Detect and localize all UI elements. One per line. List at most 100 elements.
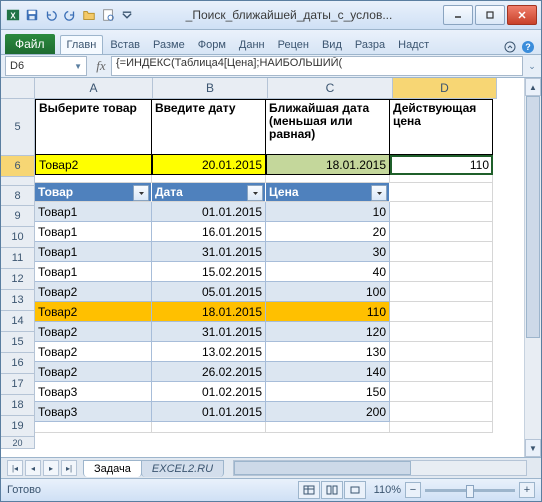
- print-preview-icon[interactable]: [100, 7, 116, 23]
- save-icon[interactable]: [24, 7, 40, 23]
- row-head[interactable]: 11: [1, 248, 35, 269]
- scroll-down-icon[interactable]: ▼: [525, 439, 541, 457]
- cell-product[interactable]: Товар1: [35, 262, 152, 282]
- maximize-button[interactable]: [475, 5, 505, 25]
- filter-dropdown-icon[interactable]: [371, 185, 387, 201]
- cell-empty[interactable]: [390, 322, 493, 342]
- table-header-price[interactable]: Цена: [266, 183, 390, 202]
- ribbon-minimize-icon[interactable]: [503, 40, 517, 54]
- cell-price[interactable]: 100: [266, 282, 390, 302]
- tab-review[interactable]: Рецен: [272, 36, 315, 54]
- row-head[interactable]: 18: [1, 395, 35, 416]
- tab-home[interactable]: Главн: [60, 35, 104, 54]
- row-head-blank[interactable]: [1, 177, 35, 186]
- filter-dropdown-icon[interactable]: [133, 185, 149, 201]
- formula-bar-expand-icon[interactable]: ⌄: [525, 59, 539, 73]
- zoom-out-button[interactable]: −: [405, 482, 421, 498]
- cell-product[interactable]: Товар2: [35, 342, 152, 362]
- row-head[interactable]: 9: [1, 206, 35, 227]
- select-all-corner[interactable]: [1, 78, 35, 99]
- cell-blank[interactable]: [152, 175, 266, 183]
- close-button[interactable]: [507, 5, 537, 25]
- zoom-in-button[interactable]: +: [519, 482, 535, 498]
- cell-blank[interactable]: [390, 175, 493, 183]
- cell-price[interactable]: 140: [266, 362, 390, 382]
- view-normal-icon[interactable]: [298, 481, 320, 499]
- row-head[interactable]: 8: [1, 186, 35, 206]
- cell-price[interactable]: 40: [266, 262, 390, 282]
- row-head[interactable]: 15: [1, 332, 35, 353]
- scroll-track[interactable]: [525, 96, 541, 439]
- col-head-C[interactable]: C: [268, 78, 393, 99]
- row-head[interactable]: 16: [1, 353, 35, 374]
- tab-data[interactable]: Данн: [233, 36, 271, 54]
- cell-date[interactable]: 26.02.2015: [152, 362, 266, 382]
- hscroll-thumb[interactable]: [234, 461, 411, 475]
- cell-A5[interactable]: Выберите товар: [35, 99, 152, 155]
- cell-D6[interactable]: 110: [390, 155, 493, 175]
- view-page-layout-icon[interactable]: [321, 481, 343, 499]
- cell-date[interactable]: 01.01.2015: [152, 202, 266, 222]
- row-head[interactable]: 5: [1, 99, 35, 156]
- cell-empty[interactable]: [390, 342, 493, 362]
- table-header-date[interactable]: Дата: [152, 183, 266, 202]
- horizontal-scrollbar[interactable]: [233, 460, 527, 476]
- zoom-slider-thumb[interactable]: [466, 485, 474, 498]
- zoom-level[interactable]: 110%: [374, 484, 401, 496]
- cell-empty[interactable]: [390, 242, 493, 262]
- sheet-tab-active[interactable]: Задача: [83, 460, 142, 477]
- cell-C6[interactable]: 18.01.2015: [266, 155, 390, 175]
- cell-price[interactable]: 110: [266, 302, 390, 322]
- cell-empty[interactable]: [390, 422, 493, 433]
- cell-price[interactable]: 20: [266, 222, 390, 242]
- tab-developer[interactable]: Разра: [349, 36, 391, 54]
- scroll-thumb[interactable]: [526, 96, 540, 338]
- excel-app-icon[interactable]: X: [5, 7, 21, 23]
- col-head-B[interactable]: B: [153, 78, 268, 99]
- cell-blank[interactable]: [266, 175, 390, 183]
- row-head[interactable]: 6: [1, 156, 35, 177]
- cell-price[interactable]: 30: [266, 242, 390, 262]
- cell-empty[interactable]: [35, 422, 152, 433]
- cell-product[interactable]: Товар2: [35, 302, 152, 322]
- cell-blank[interactable]: [35, 175, 152, 183]
- row-head[interactable]: 19: [1, 416, 35, 437]
- cell-empty[interactable]: [390, 362, 493, 382]
- tab-insert[interactable]: Встав: [104, 36, 146, 54]
- view-page-break-icon[interactable]: [344, 481, 366, 499]
- qat-dropdown-icon[interactable]: [119, 7, 135, 23]
- cell-C5[interactable]: Ближайшая дата (меньшая или равная): [266, 99, 390, 155]
- cell-product[interactable]: Товар1: [35, 242, 152, 262]
- cell-empty[interactable]: [390, 382, 493, 402]
- cell-empty[interactable]: [390, 282, 493, 302]
- cell-price[interactable]: 150: [266, 382, 390, 402]
- cell-price[interactable]: 130: [266, 342, 390, 362]
- cell-product[interactable]: Товар3: [35, 382, 152, 402]
- cell-date[interactable]: 13.02.2015: [152, 342, 266, 362]
- col-head-D[interactable]: D: [393, 78, 497, 99]
- cell-date[interactable]: 05.01.2015: [152, 282, 266, 302]
- cell-empty[interactable]: [390, 222, 493, 242]
- cell-empty[interactable]: [390, 202, 493, 222]
- cell-empty[interactable]: [152, 422, 266, 433]
- tab-layout[interactable]: Разме: [147, 36, 191, 54]
- cell-product[interactable]: Товар1: [35, 202, 152, 222]
- cell-product[interactable]: Товар1: [35, 222, 152, 242]
- cell-date[interactable]: 01.01.2015: [152, 402, 266, 422]
- sheet-nav-next-icon[interactable]: ▸: [43, 460, 59, 476]
- row-head[interactable]: 13: [1, 290, 35, 311]
- filter-dropdown-icon[interactable]: [247, 185, 263, 201]
- cell-D5[interactable]: Действующая цена: [390, 99, 493, 155]
- tab-addins[interactable]: Надст: [392, 36, 435, 54]
- sheet-nav-first-icon[interactable]: |◂: [7, 460, 23, 476]
- file-tab[interactable]: Файл: [5, 34, 55, 54]
- cell-B6[interactable]: 20.01.2015: [152, 155, 266, 175]
- fx-button[interactable]: fx: [91, 58, 111, 74]
- row-head[interactable]: 14: [1, 311, 35, 332]
- col-head-A[interactable]: A: [35, 78, 153, 99]
- cell-price[interactable]: 10: [266, 202, 390, 222]
- cell-A6[interactable]: Товар2: [35, 155, 152, 175]
- row-head[interactable]: 10: [1, 227, 35, 248]
- cell-date[interactable]: 31.01.2015: [152, 242, 266, 262]
- cell-empty[interactable]: [266, 422, 390, 433]
